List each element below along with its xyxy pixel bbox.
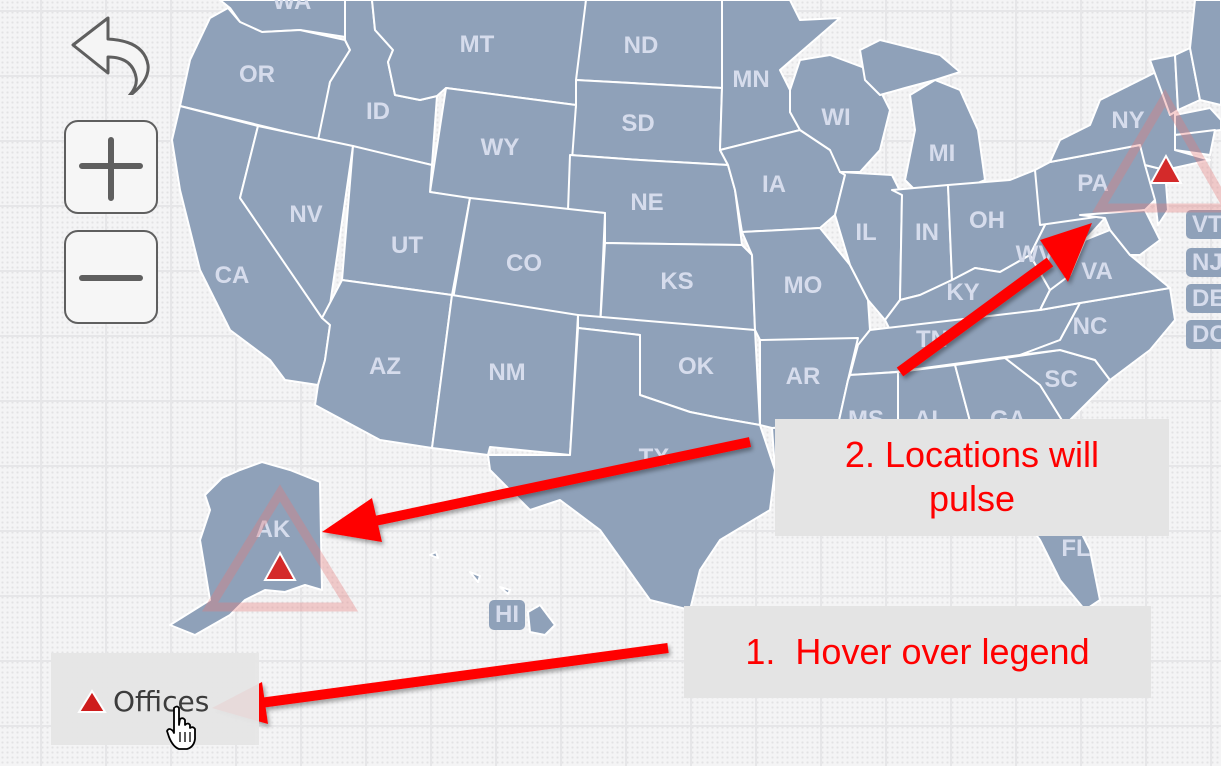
state-box-de[interactable]: DE bbox=[1186, 284, 1221, 313]
state-ak[interactable] bbox=[169, 461, 323, 636]
state-label-nc: NC bbox=[1072, 313, 1108, 340]
state-label-mi: MI bbox=[928, 140, 956, 167]
state-label-sd: SD bbox=[621, 110, 655, 137]
state-hi-islands[interactable] bbox=[429, 551, 511, 595]
state-label-oh: OH bbox=[969, 207, 1005, 234]
zoom-in-button[interactable] bbox=[64, 120, 158, 214]
state-box-nj[interactable]: NJ bbox=[1186, 248, 1221, 277]
hand-cursor-icon bbox=[166, 705, 196, 750]
plus-icon bbox=[79, 137, 143, 201]
state-label-ks: KS bbox=[660, 268, 694, 295]
state-hi[interactable] bbox=[527, 604, 556, 636]
undo-icon bbox=[71, 16, 150, 99]
state-label-in: IN bbox=[915, 219, 939, 246]
state-label-ok: OK bbox=[678, 353, 714, 380]
undo-button[interactable] bbox=[70, 15, 154, 99]
state-label-mn: MN bbox=[732, 66, 770, 93]
minus-icon bbox=[79, 275, 143, 281]
state-label-nv: NV bbox=[289, 201, 323, 228]
state-label-ia: IA bbox=[762, 171, 786, 198]
state-label-tx: TX bbox=[638, 444, 670, 471]
state-label-ky: KY bbox=[946, 279, 980, 306]
state-box-vt[interactable]: VT bbox=[1186, 210, 1221, 239]
state-label-ca: CA bbox=[214, 262, 250, 289]
state-label-id: ID bbox=[366, 98, 390, 125]
state-label-mo: MO bbox=[783, 272, 823, 299]
callout-step1: 1. Hover over legend bbox=[684, 606, 1151, 698]
state-label-az: AZ bbox=[369, 353, 401, 380]
state-label-or: OR bbox=[239, 61, 275, 88]
state-label-wv: WV bbox=[1015, 241, 1055, 268]
triangle-icon bbox=[77, 688, 107, 713]
state-label-va: VA bbox=[1081, 258, 1113, 285]
zoom-out-button[interactable] bbox=[64, 230, 158, 324]
state-label-fl: FL bbox=[1061, 535, 1091, 562]
state-box-hi[interactable]: HI bbox=[489, 600, 525, 630]
state-mi[interactable] bbox=[904, 79, 986, 196]
callout-step1-text: 1. Hover over legend bbox=[745, 631, 1090, 672]
state-label-il: IL bbox=[855, 219, 877, 246]
state-label-mt: MT bbox=[459, 31, 495, 58]
state-label-ne: NE bbox=[630, 189, 664, 216]
state-label-sc: SC bbox=[1044, 366, 1078, 393]
state-label-pa: PA bbox=[1077, 170, 1109, 197]
state-label-wi: WI bbox=[821, 104, 851, 131]
callout-step2: 2. Locations will pulse bbox=[775, 419, 1169, 536]
state-ct[interactable] bbox=[1174, 129, 1216, 156]
state-label-ar: AR bbox=[785, 363, 821, 390]
state-label-ny: NY bbox=[1111, 107, 1145, 134]
state-label-wa: WA bbox=[272, 0, 312, 15]
state-label-ut: UT bbox=[391, 232, 423, 259]
state-label-wy: WY bbox=[480, 134, 520, 161]
legend: Offices bbox=[51, 653, 259, 745]
state-label-ak: AK bbox=[255, 516, 291, 543]
state-box-dc[interactable]: DC bbox=[1186, 320, 1221, 349]
state-label-co: CO bbox=[506, 250, 542, 277]
callout-step2-text: 2. Locations will pulse bbox=[844, 434, 1100, 519]
state-label-nd: ND bbox=[623, 32, 659, 59]
state-label-tn: TN bbox=[916, 326, 948, 353]
state-label-nm: NM bbox=[488, 359, 526, 386]
